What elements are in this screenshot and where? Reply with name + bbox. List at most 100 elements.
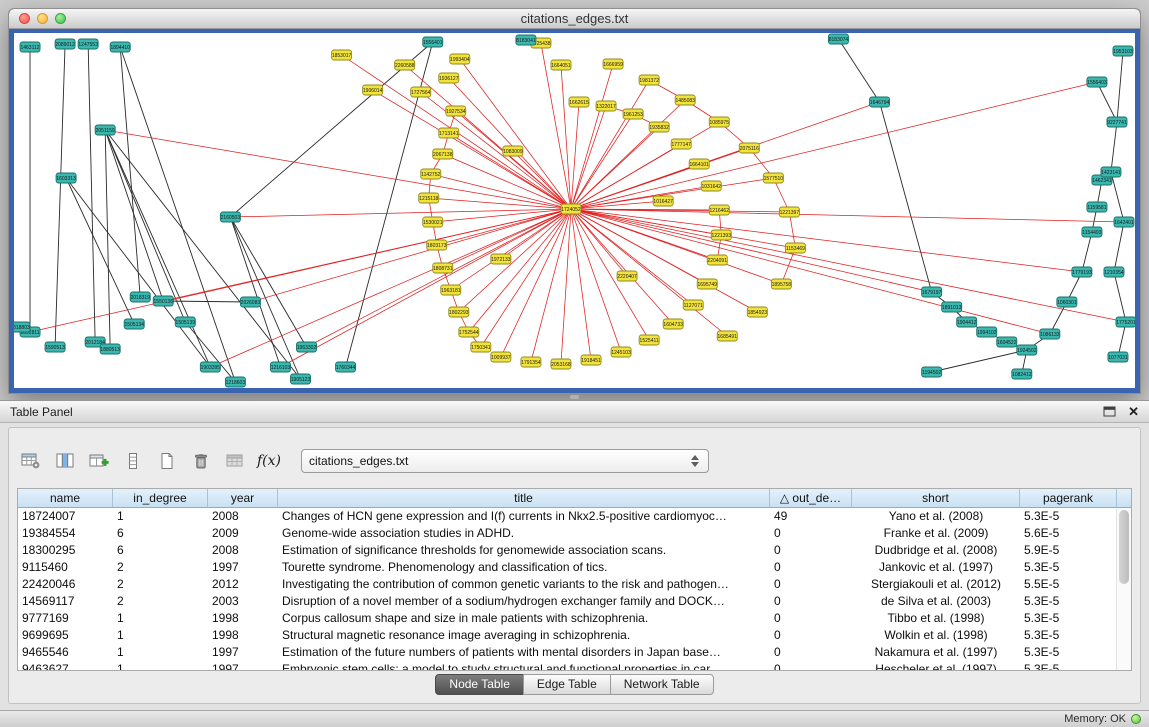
graph-node[interactable]: 1963302 [297,342,317,352]
table-row[interactable]: 911546021997Tourette syndrome. Phenomeno… [18,559,1131,576]
graph-node[interactable]: 1685491 [717,331,737,341]
column-header-pagerank[interactable]: pagerank [1020,489,1117,508]
graph-node[interactable]: 1936127 [439,73,459,83]
graph-node[interactable]: 1153469 [785,243,805,253]
function-builder-button[interactable]: f(x) [255,448,283,474]
table-row[interactable]: 1938455462009Genome-wide association stu… [18,525,1131,542]
graph-node[interactable]: 1713141 [439,128,459,138]
graph-node[interactable]: 1159581 [1087,202,1107,212]
graph-node[interactable]: 1779193 [1072,267,1092,277]
graph-node[interactable]: 2018319 [130,292,150,302]
graph-node[interactable]: 8183074 [828,34,848,44]
column-header-short[interactable]: short [852,489,1020,508]
graph-node[interactable]: 1775201 [1116,317,1135,327]
close-panel-button[interactable]: ✕ [1128,405,1139,418]
minimize-window-button[interactable] [37,13,48,24]
graph-node[interactable]: 1221393 [711,230,731,240]
graph-node[interactable]: 1664101 [689,159,709,169]
graph-node[interactable]: 1791354 [521,357,541,367]
table-vertical-scrollbar[interactable] [1116,508,1131,670]
new-table-button[interactable] [153,448,181,474]
graph-node[interactable]: 1505134 [124,319,144,329]
graph-node[interactable]: 2067138 [433,149,453,159]
table-row[interactable]: 1830029562008Estimation of significance … [18,542,1131,559]
graph-node[interactable]: 1577510 [763,173,783,183]
graph-node[interactable]: 1808731 [433,263,453,273]
graph-node[interactable]: 1679197 [922,287,942,297]
tab-edge-table[interactable]: Edge Table [523,674,611,695]
graph-node[interactable]: 1604733 [663,319,683,329]
graph-node[interactable]: 1247553 [78,39,98,49]
table-row[interactable]: 969969511998Structural magnetic resonanc… [18,627,1131,644]
graph-node[interactable]: 1662615 [569,97,589,107]
graph-node[interactable]: 1664051 [551,60,571,70]
graph-node[interactable]: 1215118 [419,193,439,203]
close-window-button[interactable] [19,13,30,24]
zoom-window-button[interactable] [55,13,66,24]
column-list-button[interactable] [119,448,147,474]
graph-node[interactable]: 1904412 [957,317,977,327]
window-titlebar[interactable]: citations_edges.txt [9,9,1140,29]
tab-node-table[interactable]: Node Table [435,674,524,695]
table-row[interactable]: 977716911998Corpus callosum shape and si… [18,610,1131,627]
column-header-year[interactable]: year [208,489,278,508]
graph-node[interactable]: 1525411 [639,335,659,345]
graph-node[interactable]: 1218603 [225,377,245,387]
graph-node[interactable]: 1906014 [363,85,383,95]
graph-node[interactable]: 1505139 [175,317,195,327]
graph-node[interactable]: 1642401 [1114,217,1134,227]
graph-node[interactable]: 1194502 [922,367,942,377]
graph-node[interactable]: 1082412 [1012,369,1032,379]
delete-table-button[interactable] [187,448,215,474]
graph-node[interactable]: 1530021 [423,217,443,227]
graph-node[interactable]: 1894410 [110,42,130,52]
graph-node[interactable]: 1216103 [270,362,290,372]
graph-node[interactable]: 1802293 [449,307,469,317]
graph-node[interactable]: 1556401 [423,37,443,47]
table-mode-button[interactable] [17,448,45,474]
float-panel-button[interactable] [1103,406,1116,417]
graph-node[interactable]: 1666959 [603,59,623,69]
graph-node[interactable]: 1154493 [1082,227,1102,237]
graph-node[interactable]: 1961253 [623,109,643,119]
network-canvas[interactable]: 1724052185301719060142260588172756419361… [14,33,1135,388]
graph-node[interactable]: 2160503 [220,212,240,222]
create-column-button[interactable] [85,448,113,474]
graph-node[interactable]: 1724052 [561,204,581,214]
column-header-out_de[interactable]: △ out_de… [770,489,852,508]
graph-node[interactable]: 1604522 [997,337,1017,347]
graph-node[interactable]: 1077031 [1108,352,1128,362]
graph-node[interactable]: 1646794 [870,97,890,107]
graph-node[interactable]: 1777147 [671,139,691,149]
graph-node[interactable]: 1993404 [450,54,470,64]
graph-node[interactable]: 1903395 [200,362,220,372]
graph-node[interactable]: 1924502 [1017,345,1037,355]
graph-node[interactable]: 1963181 [441,285,461,295]
panel-splitter-handle[interactable] [570,395,579,399]
tab-network-table[interactable]: Network Table [610,674,714,695]
graph-node[interactable]: 1880513 [100,344,120,354]
graph-node[interactable]: 1142752 [421,169,441,179]
graph-node[interactable]: 1423141 [1101,167,1121,177]
graph-node[interactable]: 1918451 [581,355,601,365]
graph-node[interactable]: 1927534 [446,106,466,116]
graph-node[interactable]: 1590513 [45,342,65,352]
graph-node[interactable]: 9227741 [1107,117,1127,127]
graph-node[interactable]: 2026083 [240,297,260,307]
graph-node[interactable]: 1750341 [471,342,491,352]
graph-node[interactable]: 1760344 [336,362,356,372]
graph-node[interactable]: 1905123 [290,374,310,384]
graph-node[interactable]: 1854923 [747,307,767,317]
graph-node[interactable]: 2075116 [739,143,759,153]
graph-node[interactable]: 1603313 [56,173,76,183]
table-row[interactable]: 946554611997Estimation of the future num… [18,644,1131,661]
graph-node[interactable]: 1127071 [683,300,703,310]
graph-node[interactable]: 2260588 [395,60,415,70]
table-row[interactable]: 1456911722003Disruption of a novel membe… [18,593,1131,610]
graph-node[interactable]: 1994102 [977,327,997,337]
graph-node[interactable]: 1981372 [639,75,659,85]
table-row[interactable]: 2242004622012Investigating the contribut… [18,576,1131,593]
graph-node[interactable]: 1016427 [653,196,673,206]
show-columns-button[interactable] [51,448,79,474]
table-row[interactable]: 1872400712008Changes of HCN gene express… [18,508,1131,525]
